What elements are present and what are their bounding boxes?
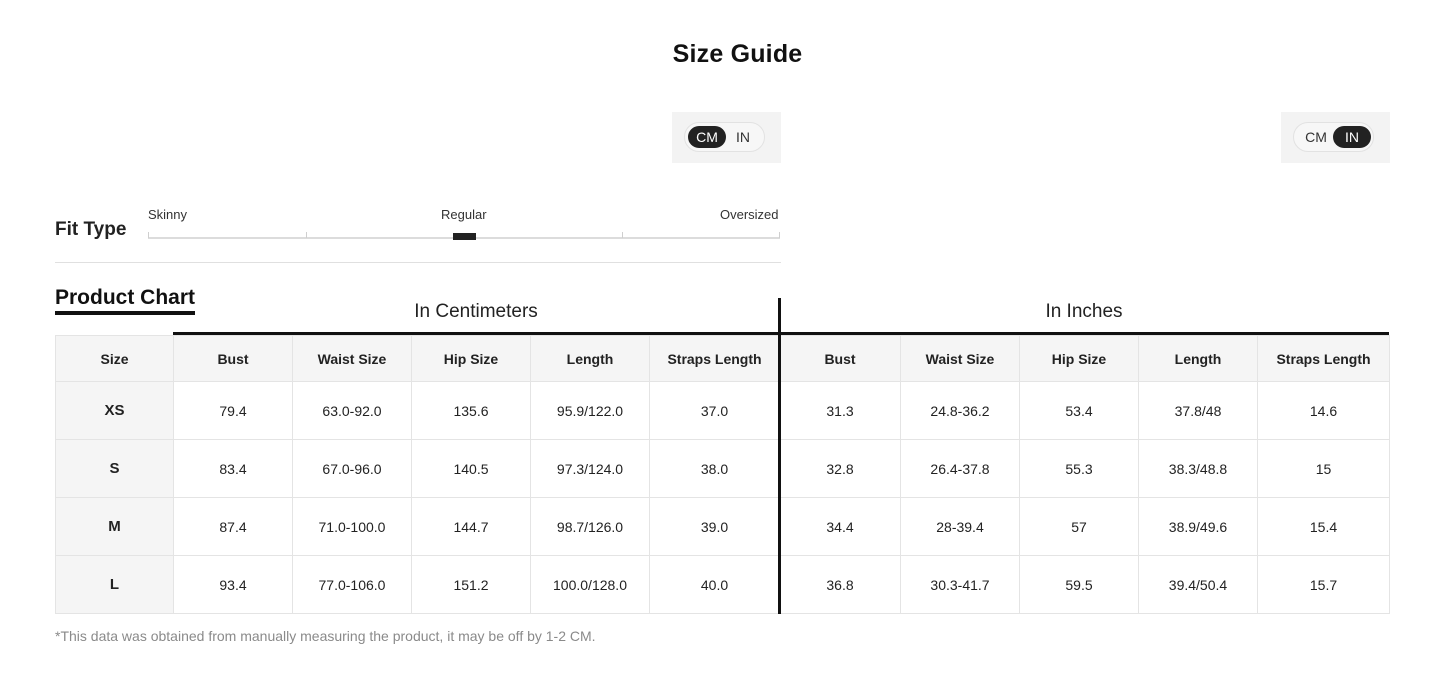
table-cell: 95.9/122.0	[530, 381, 650, 440]
unit-option-cm-right[interactable]: CM	[1297, 126, 1335, 148]
table-cell: 24.8-36.2	[900, 381, 1020, 440]
measurement-footnote: *This data was obtained from manually me…	[55, 628, 596, 644]
table-cell: 151.2	[411, 555, 531, 614]
table-cell: 67.0-96.0	[292, 439, 412, 498]
table-cell: 14.6	[1257, 381, 1390, 440]
table-cell: 36.8	[779, 555, 901, 614]
table-cell: 87.4	[173, 497, 293, 556]
table-cell: 140.5	[411, 439, 531, 498]
column-header: Bust	[779, 335, 901, 382]
table-cell: 37.0	[649, 381, 780, 440]
table-cell: 15.4	[1257, 497, 1390, 556]
size-cell: M	[55, 497, 174, 556]
table-cell: 71.0-100.0	[292, 497, 412, 556]
column-header: Straps Length	[1257, 335, 1390, 382]
table-row: XS 79.4 63.0-92.0 135.6 95.9/122.0 37.0 …	[55, 381, 1390, 440]
size-cell: L	[55, 555, 174, 614]
column-header: Size	[55, 335, 174, 382]
table-cell: 31.3	[779, 381, 901, 440]
table-cell: 55.3	[1019, 439, 1139, 498]
size-cell: S	[55, 439, 174, 498]
table-cell: 53.4	[1019, 381, 1139, 440]
table-cell: 40.0	[649, 555, 780, 614]
table-cell: 15.7	[1257, 555, 1390, 614]
fit-track-notch	[148, 232, 149, 238]
table-cell: 39.0	[649, 497, 780, 556]
unit-group-separator	[778, 298, 781, 614]
table-cell: 39.4/50.4	[1138, 555, 1258, 614]
column-header: Hip Size	[411, 335, 531, 382]
column-header: Waist Size	[900, 335, 1020, 382]
fit-track-notch	[779, 232, 780, 238]
unit-toggle-right: CM IN	[1293, 122, 1374, 152]
group-label-inches: In Inches	[1045, 301, 1123, 322]
unit-option-cm-left[interactable]: CM	[688, 126, 726, 148]
fit-track-notch	[622, 232, 623, 238]
table-cell: 77.0-106.0	[292, 555, 412, 614]
table-cell: 30.3-41.7	[900, 555, 1020, 614]
fit-scale-oversized: Oversized	[720, 207, 779, 222]
table-cell: 79.4	[173, 381, 293, 440]
group-label-centimeters: In Centimeters	[414, 301, 538, 322]
table-row: L 93.4 77.0-106.0 151.2 100.0/128.0 40.0…	[55, 555, 1390, 614]
column-header: Waist Size	[292, 335, 412, 382]
table-cell: 59.5	[1019, 555, 1139, 614]
fit-type-marker	[453, 233, 476, 240]
table-row: S 83.4 67.0-96.0 140.5 97.3/124.0 38.0 3…	[55, 439, 1390, 498]
table-cell: 135.6	[411, 381, 531, 440]
table-cell: 28-39.4	[900, 497, 1020, 556]
column-header: Length	[1138, 335, 1258, 382]
table-cell: 144.7	[411, 497, 531, 556]
column-header: Straps Length	[649, 335, 780, 382]
size-table: Size Bust Waist Size Hip Size Length Str…	[55, 335, 1390, 614]
table-cell: 38.9/49.6	[1138, 497, 1258, 556]
size-cell: XS	[55, 381, 174, 440]
column-header: Bust	[173, 335, 293, 382]
table-header-row: Size Bust Waist Size Hip Size Length Str…	[55, 335, 1390, 382]
table-row: M 87.4 71.0-100.0 144.7 98.7/126.0 39.0 …	[55, 497, 1390, 556]
table-cell: 97.3/124.0	[530, 439, 650, 498]
unit-toggle-panel-left: CM IN	[672, 112, 781, 163]
fit-scale-skinny: Skinny	[148, 207, 188, 222]
column-header: Hip Size	[1019, 335, 1139, 382]
page-title: Size Guide	[672, 40, 803, 68]
unit-option-in-right[interactable]: IN	[1333, 126, 1371, 148]
table-cell: 38.3/48.8	[1138, 439, 1258, 498]
fit-track-notch	[306, 232, 307, 238]
unit-option-in-left[interactable]: IN	[724, 126, 762, 148]
table-cell: 100.0/128.0	[530, 555, 650, 614]
table-cell: 15	[1257, 439, 1390, 498]
fit-scale-regular: Regular	[441, 207, 487, 222]
table-cell: 57	[1019, 497, 1139, 556]
table-cell: 83.4	[173, 439, 293, 498]
column-header: Length	[530, 335, 650, 382]
table-cell: 38.0	[649, 439, 780, 498]
table-cell: 98.7/126.0	[530, 497, 650, 556]
table-cell: 63.0-92.0	[292, 381, 412, 440]
table-cell: 34.4	[779, 497, 901, 556]
table-cell: 32.8	[779, 439, 901, 498]
table-cell: 37.8/48	[1138, 381, 1258, 440]
unit-toggle-left: CM IN	[684, 122, 765, 152]
unit-toggle-panel-right: CM IN	[1281, 112, 1390, 163]
table-cell: 26.4-37.8	[900, 439, 1020, 498]
fit-type-label: Fit Type	[55, 219, 127, 240]
section-divider	[55, 262, 781, 263]
table-cell: 93.4	[173, 555, 293, 614]
